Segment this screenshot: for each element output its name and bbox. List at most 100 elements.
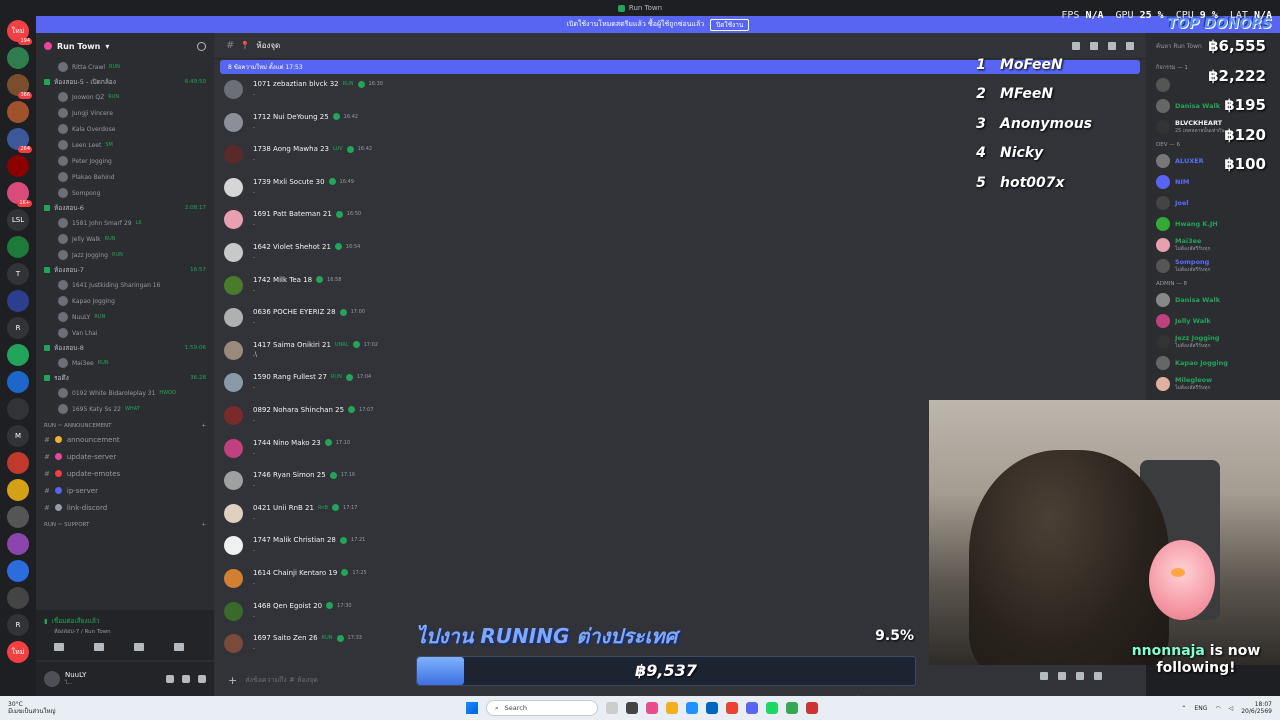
server-icon-9[interactable]: T bbox=[7, 263, 29, 285]
server-icon-15[interactable]: M bbox=[7, 425, 29, 447]
voice-user[interactable]: Leen Leet SM bbox=[36, 137, 214, 153]
app-icon[interactable] bbox=[806, 702, 818, 714]
store-icon[interactable] bbox=[706, 702, 718, 714]
channel-category[interactable]: RUN ~ SUPPORT + bbox=[36, 516, 214, 530]
author-name[interactable]: 1697 Saito Zen 26 bbox=[253, 634, 318, 642]
camera-off-icon[interactable] bbox=[54, 643, 64, 651]
voice-user[interactable]: Peter Jogging bbox=[36, 153, 214, 169]
chat-message[interactable]: 0636 POCHE EYERIZ 28 17:00. bbox=[214, 302, 1146, 335]
author-name[interactable]: 1739 Mxli Socute 30 bbox=[253, 178, 325, 186]
avatar[interactable] bbox=[224, 601, 243, 621]
user-avatar[interactable] bbox=[44, 671, 60, 687]
server-icon-21[interactable] bbox=[7, 587, 29, 609]
server-header[interactable]: Run Town ▾ bbox=[36, 33, 214, 59]
clock[interactable]: 18:07 20/6/2569 bbox=[1241, 701, 1272, 715]
voice-user[interactable]: 0192 White Bidaroleplay 31 HWDO bbox=[36, 385, 214, 401]
voice-channel[interactable]: รอดึง 36:28 bbox=[36, 371, 214, 385]
server-icon-22[interactable]: R bbox=[7, 614, 29, 636]
voice-channel[interactable]: ห้องสอบ-8 1:59:06 bbox=[36, 341, 214, 355]
gif-icon[interactable] bbox=[1058, 672, 1066, 680]
voice-channel[interactable]: ห้องสอบ-7 16:57 bbox=[36, 263, 214, 277]
avatar[interactable] bbox=[224, 242, 243, 262]
sticker-icon[interactable] bbox=[1076, 672, 1084, 680]
file-explorer-icon[interactable] bbox=[666, 702, 678, 714]
server-icon-1[interactable] bbox=[7, 47, 29, 69]
author-name[interactable]: 1691 Patt Bateman 21 bbox=[253, 210, 332, 218]
author-name[interactable]: 1712 Nui DeYoung 25 bbox=[253, 113, 329, 121]
server-icon-23[interactable]: ใหม่ bbox=[7, 641, 29, 663]
chat-message[interactable]: 1691 Patt Bateman 21 16:50. bbox=[214, 204, 1146, 237]
voice-location[interactable]: ห้องสอบ-7 / Run Town bbox=[44, 628, 206, 636]
member-item[interactable]: Mai3ee ไม่ต้องสัสรีรับทุก bbox=[1146, 234, 1280, 255]
server-icon-14[interactable] bbox=[7, 398, 29, 420]
attach-plus-icon[interactable]: + bbox=[228, 674, 237, 687]
emoji-icon[interactable] bbox=[1094, 672, 1102, 680]
server-icon-5[interactable] bbox=[7, 155, 29, 177]
author-name[interactable]: 1746 Ryan Simon 25 bbox=[253, 471, 326, 479]
copilot-icon[interactable] bbox=[646, 702, 658, 714]
gear-icon[interactable] bbox=[198, 675, 206, 683]
member-item[interactable]: Milegleow ไม่ต้องสัสรีรับทุก bbox=[1146, 373, 1280, 394]
avatar[interactable] bbox=[224, 80, 243, 99]
voice-user[interactable]: 1641 Justkiding Sharingan 16 bbox=[36, 277, 214, 293]
avatar[interactable] bbox=[224, 308, 243, 328]
author-name[interactable]: 1742 Milk Tea 18 bbox=[253, 276, 312, 284]
author-name[interactable]: 1071 zebaztian blvck 32 bbox=[253, 80, 339, 88]
windows-start-icon[interactable] bbox=[466, 702, 478, 714]
avatar[interactable] bbox=[224, 373, 243, 393]
mute-icon[interactable] bbox=[1090, 41, 1098, 50]
member-item[interactable]: Sompong ไม่ต้องสัสรีรับทุก bbox=[1146, 255, 1280, 276]
chrome-icon[interactable] bbox=[726, 702, 738, 714]
author-name[interactable]: 1590 Rang Fullest 27 bbox=[253, 373, 327, 381]
soundboard-icon[interactable] bbox=[174, 643, 184, 651]
author-name[interactable]: 0892 Nohara Shinchan 25 bbox=[253, 406, 344, 414]
server-icon-20[interactable] bbox=[7, 560, 29, 582]
channel-announcement[interactable]: # announcement bbox=[36, 431, 214, 448]
server-icon-7[interactable]: LSL bbox=[7, 209, 29, 231]
voice-user[interactable]: Ritta Crawl RUN bbox=[36, 59, 214, 75]
server-icon-0[interactable]: ใหม่ 194 bbox=[7, 20, 32, 45]
headphones-icon[interactable] bbox=[182, 675, 190, 683]
voice-user[interactable]: Van Lhai bbox=[36, 325, 214, 341]
avatar[interactable] bbox=[224, 568, 243, 588]
wifi-icon[interactable]: ◠ bbox=[1215, 705, 1220, 712]
server-icon-12[interactable] bbox=[7, 344, 29, 366]
server-icon-4[interactable]: 264 bbox=[7, 128, 32, 153]
disable-streamer-mode-button[interactable]: ปิดใช้งาน bbox=[710, 18, 750, 31]
avatar[interactable] bbox=[224, 340, 243, 360]
voice-user[interactable]: Joowon QZ RUN bbox=[36, 89, 214, 105]
author-name[interactable]: 1417 Saima Onikiri 21 bbox=[253, 341, 331, 349]
server-icon-6[interactable]: 1K+ bbox=[7, 182, 32, 207]
chevron-up-icon[interactable]: ⌃ bbox=[1181, 705, 1186, 712]
server-icon-2[interactable]: 366 bbox=[7, 74, 32, 99]
weather-widget[interactable]: 30°C มีเมฆเป็นส่วนใหญ่ bbox=[0, 701, 56, 715]
speaker-icon[interactable]: ◁ bbox=[1229, 705, 1234, 712]
avatar[interactable] bbox=[224, 112, 243, 132]
threads-icon[interactable] bbox=[1072, 41, 1080, 50]
server-icon-10[interactable] bbox=[7, 290, 29, 312]
member-item[interactable]: Hwang K.JH bbox=[1146, 213, 1280, 234]
chat-message[interactable]: 1742 Milk Tea 18 16:58. bbox=[214, 270, 1146, 303]
avatar[interactable] bbox=[224, 536, 243, 556]
author-name[interactable]: 1614 Chainji Kentaro 19 bbox=[253, 569, 337, 577]
members-icon[interactable] bbox=[1126, 41, 1134, 50]
channel-category[interactable]: RUN ~ ANNOUNCEMENT + bbox=[36, 417, 214, 431]
voice-user[interactable]: Kapao Jogging bbox=[36, 293, 214, 309]
voice-user[interactable]: Mai3ee RUN bbox=[36, 355, 214, 371]
voice-user[interactable]: Jazz Jogging RUN bbox=[36, 247, 214, 263]
author-name[interactable]: 0636 POCHE EYERIZ 28 bbox=[253, 308, 336, 316]
task-view-icon[interactable] bbox=[606, 702, 618, 714]
discord-icon[interactable] bbox=[746, 702, 758, 714]
server-icon-13[interactable] bbox=[7, 371, 29, 393]
invite-people-icon[interactable] bbox=[197, 41, 206, 51]
channel-update-emotes[interactable]: # update-emotes bbox=[36, 465, 214, 482]
server-icon-3[interactable] bbox=[7, 101, 29, 123]
activities-icon[interactable] bbox=[134, 643, 144, 651]
voice-user[interactable]: Plakao Behind bbox=[36, 169, 214, 185]
chat-message[interactable]: 1417 Saima Onikiri 21 UNRL 17:02 .\ bbox=[214, 335, 1146, 368]
member-item[interactable]: Jelly Walk bbox=[1146, 310, 1280, 331]
gift-icon[interactable] bbox=[1040, 672, 1048, 680]
voice-channel[interactable]: ห้องสอบ-5 - เปิดกล้อง 6:49:50 bbox=[36, 75, 214, 89]
avatar[interactable] bbox=[224, 438, 243, 458]
channel-link-discord[interactable]: # link-discord bbox=[36, 499, 214, 516]
